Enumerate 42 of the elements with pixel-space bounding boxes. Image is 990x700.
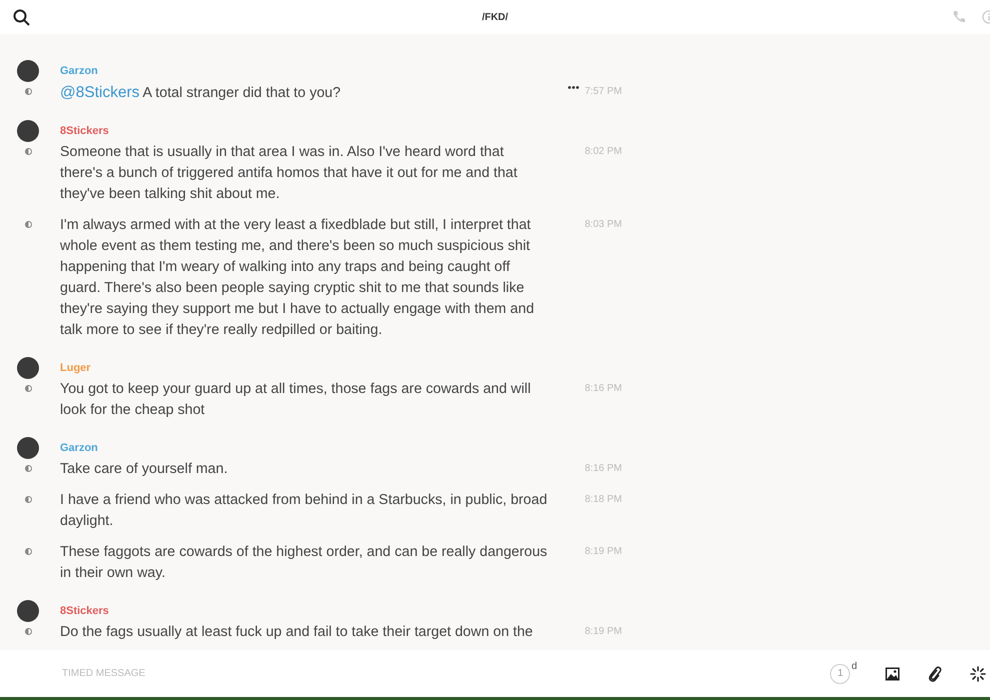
read-status-icon — [24, 148, 32, 155]
message-time: 8:16 PM — [584, 463, 622, 475]
message-input[interactable]: TIMED MESSAGE — [60, 667, 464, 680]
message-text: @8Stickers A total stranger did that to you? — [60, 83, 342, 103]
author-name[interactable]: 8Stickers — [60, 125, 109, 137]
read-status-icon — [24, 385, 32, 392]
avatar[interactable] — [17, 600, 39, 622]
author-name[interactable]: 8Stickers — [60, 605, 109, 617]
author-name[interactable]: Garzon — [60, 65, 98, 77]
read-status-icon — [24, 548, 32, 555]
message-text: I have a friend who was attacked from behind in a Starbucks, in public, broad daylight. — [60, 491, 548, 531]
avatar[interactable] — [17, 60, 39, 82]
avatar[interactable] — [17, 120, 39, 142]
message-time: 8:03 PM — [584, 219, 622, 231]
message-text: I'm always armed with at the very least a fixedblade but still, I interpret that whole event as them testing me, and there's been so much suspicious shit happening that I'm weary of walking into any traps and being caught off guard. There's also been people saying cryptic shit to me that sounds like they're saying they support me but I have to actually engage with them and talk more to see if they're really redpilled or baiting. — [60, 216, 536, 340]
read-status-icon — [24, 496, 32, 503]
avatar[interactable] — [17, 437, 39, 459]
author-name[interactable]: Luger — [60, 362, 91, 374]
paperclip-icon[interactable] — [928, 666, 942, 682]
author-name[interactable]: Garzon — [60, 442, 98, 454]
message-time: 8:19 PM — [584, 546, 622, 558]
message-text: Do the fags usually at least fuck up and fail to take their target down on the — [60, 623, 534, 642]
read-status-icon — [24, 88, 32, 95]
avatar[interactable] — [17, 357, 39, 379]
message-time: 8:19 PM — [584, 626, 622, 638]
read-status-icon — [24, 628, 32, 635]
spinner-icon[interactable] — [970, 666, 986, 682]
search-icon[interactable] — [13, 8, 30, 26]
message-time: 8:18 PM — [584, 494, 622, 506]
message-text: Someone that is usually in that area I was in. Also I've heard word that there's a bunch of triggered antifa homos that have it out for me and that they've been talking shit about me. — [60, 143, 518, 204]
message-text: Take care of yourself man. — [60, 460, 229, 479]
read-status-icon — [24, 221, 32, 228]
message-time: 8:02 PM — [584, 146, 622, 158]
mention-link[interactable]: @8Stickers — [60, 84, 140, 101]
message-text: You got to keep your guard up at all times, those fags are cowards and will look for the cheap shot — [60, 380, 532, 420]
message-time: 7:57 PM — [584, 86, 622, 98]
channel-title: /FKD/ — [482, 12, 508, 22]
message-time: 8:16 PM — [584, 383, 622, 395]
read-status-icon — [24, 465, 32, 472]
image-icon[interactable] — [885, 666, 900, 680]
more-icon[interactable] — [568, 86, 579, 89]
message-text: These faggots are cowards of the highest order, and can be really dangerous in their own way. — [60, 543, 548, 583]
